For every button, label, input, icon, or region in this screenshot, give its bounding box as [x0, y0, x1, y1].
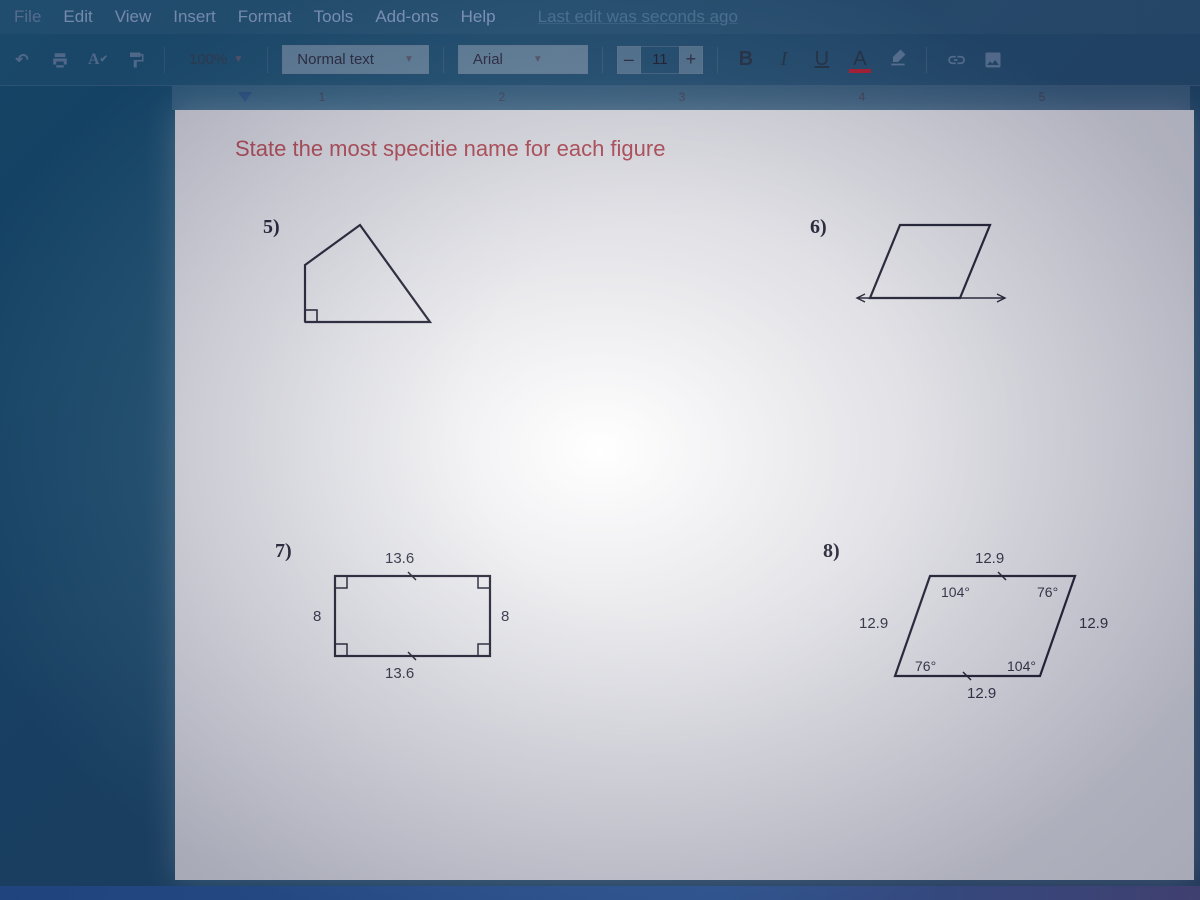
undo-icon[interactable]: ↶ — [8, 46, 36, 74]
bold-button[interactable]: B — [732, 48, 760, 71]
problem-5-label: 5) — [263, 216, 280, 239]
figure-8-dim-top: 12.9 — [975, 550, 1004, 567]
figure-8-angle-br: 104° — [1007, 658, 1036, 674]
paint-format-icon[interactable] — [122, 46, 150, 74]
italic-button[interactable]: I — [770, 48, 798, 71]
menu-addons[interactable]: Add-ons — [375, 7, 438, 27]
figure-8-angle-tr: 76° — [1037, 584, 1058, 600]
figure-7-dim-top: 13.6 — [385, 550, 414, 567]
text-color-button[interactable]: A — [846, 48, 874, 71]
last-edit-link[interactable]: Last edit was seconds ago — [538, 7, 738, 27]
menu-bar: File Edit View Insert Format Tools Add-o… — [0, 0, 1200, 34]
window-bottom-edge — [0, 886, 1200, 900]
figure-8-rhombus — [875, 556, 1105, 706]
menu-file[interactable]: File — [14, 7, 41, 27]
font-size-increase[interactable]: + — [679, 46, 703, 74]
print-icon[interactable] — [46, 46, 74, 74]
ruler-mark: 5 — [1039, 90, 1046, 104]
problem-6-label: 6) — [810, 216, 827, 239]
font-select[interactable]: Arial▼ — [458, 45, 588, 74]
figure-8-angle-tl: 104° — [941, 584, 970, 600]
document-page[interactable]: State the most specitie name for each fi… — [175, 110, 1194, 880]
underline-button[interactable]: U — [808, 48, 836, 71]
separator — [443, 47, 444, 73]
ruler-mark: 1 — [319, 90, 326, 104]
insert-image-icon[interactable] — [979, 46, 1007, 74]
horizontal-ruler[interactable]: 1 2 3 4 5 — [172, 86, 1190, 110]
figure-7-dim-bottom: 13.6 — [385, 665, 414, 682]
insert-link-icon[interactable] — [941, 46, 969, 74]
figure-8-dim-bottom: 12.9 — [967, 685, 996, 702]
font-size-value[interactable]: 11 — [641, 46, 679, 74]
font-size-decrease[interactable]: – — [617, 46, 641, 74]
menu-edit[interactable]: Edit — [63, 7, 92, 27]
figure-5-trapezoid — [285, 210, 455, 340]
font-size-stepper: – 11 + — [617, 46, 703, 74]
zoom-select[interactable]: 100%▼ — [179, 47, 253, 72]
separator — [164, 47, 165, 73]
menu-help[interactable]: Help — [461, 7, 496, 27]
figure-6-parallelogram — [865, 210, 1015, 320]
spellcheck-icon[interactable]: A✔ — [84, 46, 112, 74]
separator — [717, 47, 718, 73]
menu-view[interactable]: View — [115, 7, 152, 27]
ruler-mark: 4 — [859, 90, 866, 104]
figure-7-dim-left: 8 — [313, 608, 321, 625]
figure-7-dim-right: 8 — [501, 608, 509, 625]
ruler-mark: 3 — [679, 90, 686, 104]
ruler-mark: 2 — [499, 90, 506, 104]
document-heading[interactable]: State the most specitie name for each fi… — [235, 136, 665, 162]
separator — [267, 47, 268, 73]
figure-8-dim-left: 12.9 — [859, 615, 888, 632]
tab-marker-icon[interactable] — [238, 92, 252, 102]
separator — [602, 47, 603, 73]
menu-tools[interactable]: Tools — [314, 7, 354, 27]
problem-7-label: 7) — [275, 540, 292, 563]
figure-7-rectangle — [315, 556, 515, 686]
separator — [926, 47, 927, 73]
toolbar: ↶ A✔ 100%▼ Normal text▼ Arial▼ – 11 + B … — [0, 34, 1200, 86]
figure-8-dim-right: 12.9 — [1079, 615, 1108, 632]
problem-8-label: 8) — [823, 540, 840, 563]
menu-format[interactable]: Format — [238, 7, 292, 27]
figure-8-angle-bl: 76° — [915, 658, 936, 674]
highlight-icon[interactable] — [884, 47, 912, 73]
menu-insert[interactable]: Insert — [173, 7, 216, 27]
paragraph-style-select[interactable]: Normal text▼ — [282, 45, 429, 74]
